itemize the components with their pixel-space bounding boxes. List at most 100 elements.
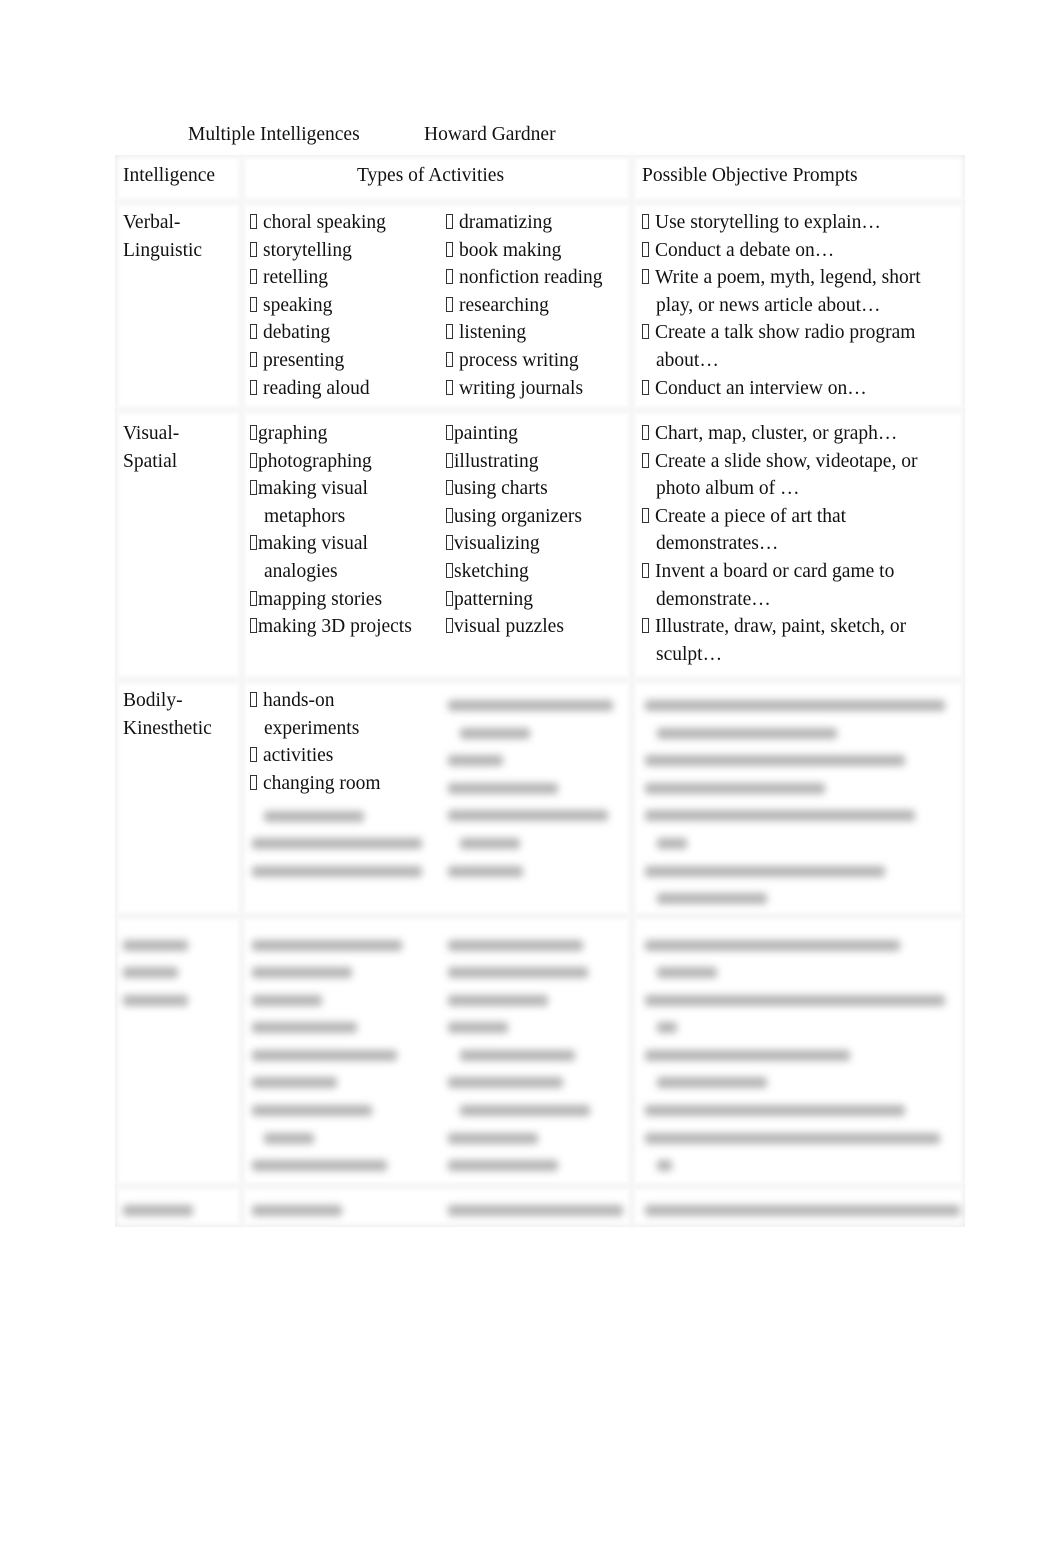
- document-author: Howard Gardner: [424, 124, 556, 145]
- blurred-text: [252, 1050, 397, 1061]
- list-item: making 3D projects: [250, 613, 412, 641]
- blurred-text: [252, 995, 322, 1006]
- list-item: Create a slide show, videotape, or: [642, 448, 917, 476]
- blurred-text: [252, 940, 402, 951]
- bullet-icon: [446, 296, 453, 312]
- item-text: debating: [263, 322, 331, 344]
- blurred-text: [657, 1022, 677, 1033]
- blurred-text: [448, 1205, 623, 1216]
- blurred-text: [448, 1077, 563, 1088]
- item-text: Conduct an interview on…: [655, 377, 867, 399]
- bullet-icon: [642, 562, 649, 578]
- blurred-text: [252, 1160, 387, 1171]
- intelligence-label: Kinesthetic: [123, 717, 212, 739]
- blurred-text: [460, 838, 520, 849]
- blurred-text: [645, 1133, 940, 1144]
- bullet-icon: [642, 425, 649, 440]
- list-item: Chart, map, cluster, or graph…: [642, 420, 917, 448]
- bullet-icon: [250, 535, 257, 551]
- activities-col-b: dramatizing book making nonfiction reading…: [446, 209, 603, 402]
- list-item: using charts: [446, 475, 582, 503]
- item-text: photo album of …: [656, 478, 800, 500]
- item-text: Invent a board or card game to: [655, 560, 895, 582]
- blurred-text: [252, 1077, 337, 1088]
- blurred-text: [448, 1160, 558, 1171]
- blurred-text: [448, 810, 608, 821]
- blurred-text: [460, 728, 530, 739]
- blurred-text: [645, 755, 905, 766]
- item-text: nonfiction reading: [459, 267, 603, 289]
- bullet-icon: [250, 480, 257, 496]
- blurred-text: [448, 1133, 538, 1144]
- document-title: Multiple Intelligences: [188, 124, 360, 145]
- list-item: Create a talk show radio program: [642, 319, 921, 347]
- blurred-text: [657, 728, 837, 739]
- list-item: making visual: [250, 475, 412, 503]
- item-text: Write a poem, myth, legend, short: [655, 267, 921, 289]
- item-text: reading aloud: [263, 377, 370, 399]
- bullet-icon: [642, 241, 649, 257]
- blurred-text: [448, 783, 558, 794]
- blurred-text: [448, 967, 588, 978]
- item-text: patterning: [454, 588, 534, 610]
- bullet-icon: [250, 269, 257, 285]
- item-text: speaking: [263, 294, 333, 316]
- bullet-icon: [642, 324, 649, 340]
- blurred-text: [645, 783, 825, 794]
- item-text: Illustrate, draw, paint, sketch, or: [655, 616, 907, 638]
- bullet-icon: [250, 590, 257, 606]
- list-item: Conduct an interview on…: [642, 375, 921, 403]
- list-item: book making: [446, 237, 603, 265]
- activities-col-a: choral speaking storytelling retelling spea…: [250, 209, 386, 402]
- blurred-text: [645, 810, 915, 821]
- item-text: Create a piece of art that: [655, 505, 847, 527]
- list-item: sketching: [446, 558, 582, 586]
- item-text: making 3D projects: [258, 616, 412, 638]
- header-intelligence: Intelligence: [123, 165, 216, 186]
- item-text: changing room: [263, 772, 381, 794]
- list-item: debating: [250, 319, 386, 347]
- bullet-icon: [446, 618, 453, 634]
- blurred-text: [460, 1050, 575, 1061]
- list-item: changing room: [250, 770, 381, 798]
- list-item: Invent a board or card game to: [642, 558, 917, 586]
- list-item: painting: [446, 420, 582, 448]
- list-item: nonfiction reading: [446, 264, 603, 292]
- prompts: Chart, map, cluster, or graph… Create a s…: [642, 420, 917, 668]
- bullet-icon: [642, 507, 649, 523]
- blurred-text: [645, 1105, 905, 1116]
- blurred-text: [448, 1022, 508, 1033]
- item-text: metaphors: [264, 505, 346, 527]
- list-item: metaphors: [250, 503, 412, 531]
- list-item: using organizers: [446, 503, 582, 531]
- bullet-icon: [446, 425, 453, 440]
- blurred-text: [252, 866, 422, 877]
- blurred-text: [448, 866, 523, 877]
- bullet-icon: [642, 379, 649, 395]
- blurred-text: [264, 1133, 314, 1144]
- item-text: visualizing: [454, 533, 540, 555]
- bullet-icon: [250, 379, 257, 395]
- bullet-icon: [250, 774, 257, 790]
- blurred-text: [657, 967, 717, 978]
- bullet-icon: [250, 241, 257, 257]
- bullet-icon: [250, 618, 257, 634]
- item-text: Conduct a debate on…: [655, 239, 835, 261]
- bullet-icon: [642, 452, 649, 468]
- list-item: Use storytelling to explain…: [642, 209, 921, 237]
- blurred-text: [123, 995, 188, 1006]
- bullet-icon: [250, 692, 257, 707]
- item-text: researching: [459, 294, 549, 316]
- item-text: demonstrate…: [656, 588, 771, 610]
- intelligence-name: Verbal- Linguistic: [123, 209, 202, 264]
- blurred-text: [645, 866, 885, 877]
- blurred-text: [657, 1160, 672, 1171]
- activities-col-a: hands-on experiments activities changing ro…: [250, 687, 381, 797]
- item-text: presenting: [263, 349, 345, 371]
- item-text: Chart, map, cluster, or graph…: [655, 423, 898, 444]
- list-item: listening: [446, 319, 603, 347]
- bullet-icon: [642, 618, 649, 634]
- list-item: visualizing: [446, 530, 582, 558]
- item-text: using charts: [454, 478, 548, 500]
- list-item: Conduct a debate on…: [642, 237, 921, 265]
